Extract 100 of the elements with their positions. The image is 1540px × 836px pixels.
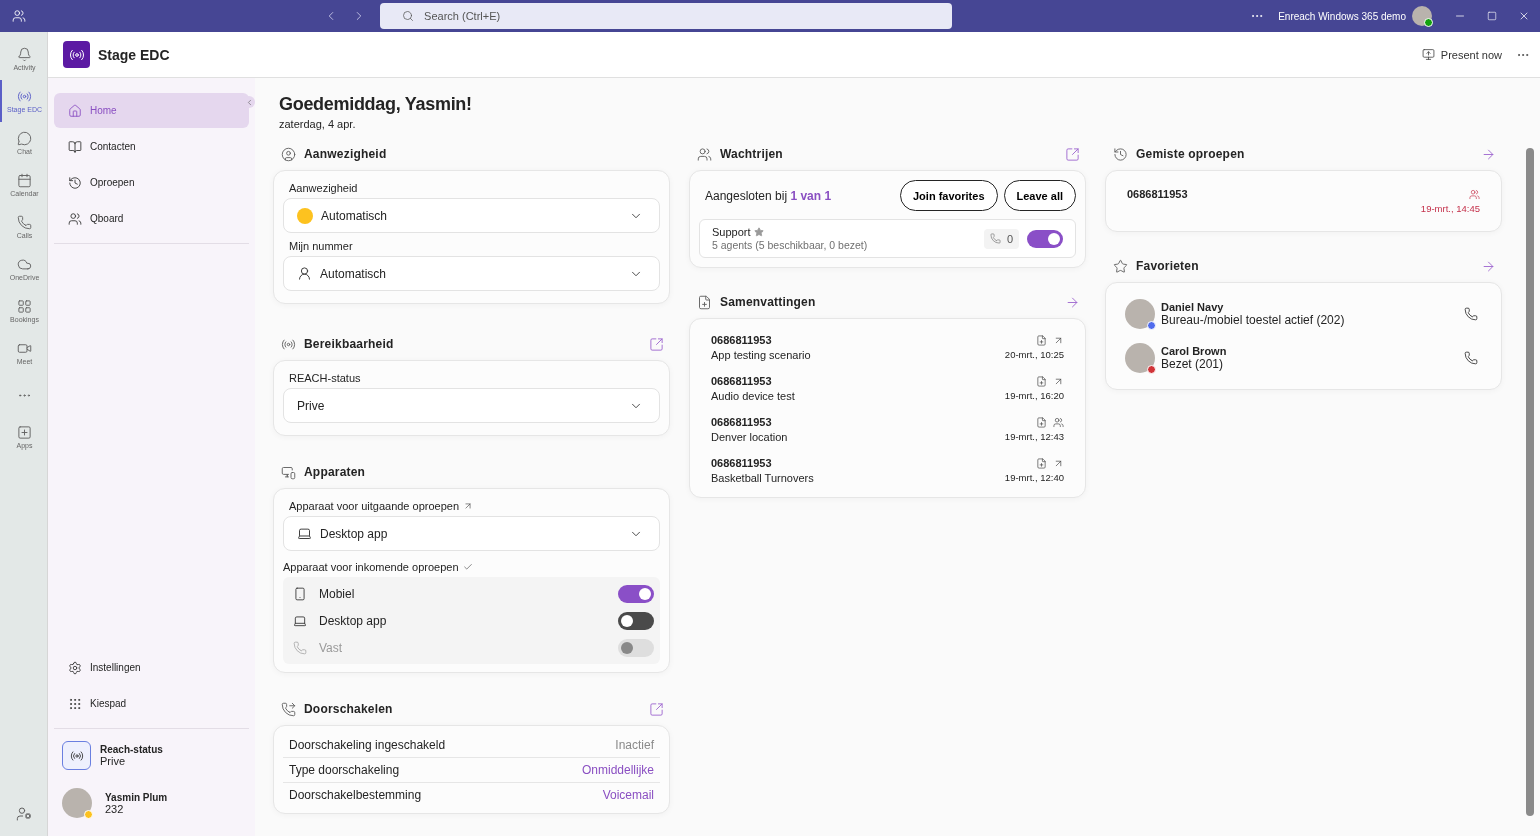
star-icon[interactable]	[753, 227, 764, 237]
reach-status-label: Reach-status	[100, 744, 163, 755]
phone-icon	[989, 233, 1001, 244]
section-title: Samenvattingen	[720, 295, 817, 309]
arrow-right-icon[interactable]	[1481, 146, 1496, 162]
contact-name: Daniel Navy	[1161, 301, 1225, 313]
field-label: Aanwezigheid	[288, 181, 359, 196]
nav-item[interactable]: Qboard	[54, 201, 249, 236]
share-screen-icon	[1421, 48, 1435, 61]
user-name: Yasmin Plum	[105, 791, 168, 803]
account-avatar[interactable]	[1412, 6, 1432, 26]
bell-icon	[17, 47, 32, 62]
queue-button[interactable]: Join favorites	[900, 180, 998, 211]
external-link-icon[interactable]	[1065, 146, 1080, 162]
nav-item[interactable]: Home	[54, 93, 249, 128]
user-avatar[interactable]	[62, 788, 92, 818]
search-field[interactable]: Search (Ctrl+E)	[380, 3, 953, 29]
toggle-switch[interactable]	[618, 611, 654, 630]
nav-item[interactable]: Instellingen	[54, 650, 249, 685]
phone-forward-icon	[281, 701, 296, 717]
phone-icon	[17, 215, 32, 230]
video-icon	[17, 341, 32, 356]
phone-icon[interactable]	[1464, 351, 1478, 365]
setting-label: Type doorschakeling	[289, 763, 400, 777]
greeting: Goedemiddag, Yasmin!	[279, 94, 473, 115]
device-label: Vast	[319, 640, 344, 655]
section-title: Wachtrijen	[720, 147, 784, 161]
queue-button[interactable]: Leave all	[1003, 180, 1076, 211]
file-plus-icon	[697, 294, 712, 310]
setting-label: Doorschakeling ingeschakeld	[289, 737, 446, 752]
queue-name: Support	[712, 226, 751, 238]
laptop-icon	[297, 526, 312, 541]
section-title: Doorschakelen	[304, 702, 394, 716]
person-icon	[297, 266, 312, 281]
nav-item[interactable]: Oproepen	[54, 165, 249, 200]
book-icon	[68, 139, 82, 154]
joined-queues-text: Aangesloten bij 1 van 1	[705, 188, 833, 203]
home-icon	[68, 103, 82, 118]
reach-status-value: Prive	[100, 755, 127, 767]
people-icon	[697, 146, 712, 162]
arrow-right-icon[interactable]	[1065, 294, 1080, 310]
external-link-icon[interactable]	[649, 336, 664, 352]
radio-icon	[69, 748, 84, 763]
person-circle-icon	[281, 146, 296, 162]
device-label: Mobiel	[319, 586, 356, 601]
file-plus-icon	[1036, 416, 1047, 428]
grid-icon	[17, 299, 32, 314]
field-label: Apparaat voor uitgaande oproepen	[289, 500, 460, 512]
arrow-up-right-icon	[463, 501, 474, 511]
scrollbar[interactable]	[1526, 148, 1534, 816]
calendar-icon	[17, 173, 32, 188]
summary-item[interactable]: 0686811953 Denver location 19-mrt., 12:43	[699, 409, 1076, 450]
dropdown[interactable]: Prive	[283, 388, 660, 423]
section-title: Gemiste oproepen	[1136, 147, 1246, 161]
dropdown[interactable]: Desktop app	[283, 516, 660, 551]
setting-value: Voicemail	[602, 788, 654, 802]
external-link-icon[interactable]	[649, 701, 664, 717]
nav-item[interactable]: Kiespad	[54, 686, 249, 721]
summary-item[interactable]: 0686811953 Audio device test 19-mrt., 16:20	[699, 368, 1076, 409]
summary-item[interactable]: 0686811953 Basketball Turnovers 19-mrt., 12:40	[699, 450, 1076, 491]
settings-icon	[68, 660, 82, 675]
field-label: REACH-status	[288, 371, 362, 386]
toggle-switch[interactable]	[618, 584, 654, 603]
setting-label: Doorschakelbestemming	[289, 788, 422, 802]
file-plus-icon	[1036, 375, 1047, 387]
section-title: Favorieten	[1136, 259, 1200, 273]
setting-value: Inactief	[615, 737, 654, 752]
toggle-switch[interactable]	[1027, 229, 1063, 248]
dropdown[interactable]: Automatisch	[283, 256, 660, 291]
call-history-icon	[68, 175, 82, 190]
star-icon	[1113, 258, 1128, 274]
arrow-right-icon[interactable]	[1481, 258, 1496, 274]
user-extension: 232	[105, 802, 125, 815]
keypad-icon	[68, 696, 82, 711]
setting-value: Onmiddellijke	[581, 763, 654, 777]
chat-icon	[17, 131, 32, 146]
devices-icon	[281, 464, 296, 480]
maximize-icon[interactable]	[1487, 11, 1497, 21]
app-title: Stage EDC	[98, 46, 171, 63]
contact-status: Bezet (201)	[1161, 357, 1225, 371]
people-icon	[68, 211, 82, 226]
phone-icon[interactable]	[1464, 307, 1478, 321]
dropdown[interactable]: Automatisch	[283, 198, 660, 233]
laptop-icon	[293, 613, 307, 628]
account-name: Enreach Windows 365 demo	[1278, 10, 1406, 22]
reach-status-icon[interactable]	[62, 741, 91, 770]
queue-detail: 5 agents (5 beschikbaar, 0 bezet)	[712, 239, 869, 251]
device-label: Desktop app	[319, 613, 388, 628]
present-button[interactable]: Present now	[1415, 47, 1508, 62]
cloud-icon	[17, 257, 32, 272]
section-title: Apparaten	[304, 465, 367, 479]
section-title: Bereikbaarheid	[304, 337, 395, 351]
nav-item[interactable]: Contacten	[54, 129, 249, 164]
search-icon	[402, 10, 415, 22]
field-label: Apparaat voor inkomende oproepen	[283, 561, 459, 573]
close-icon[interactable]	[1518, 10, 1530, 22]
summary-item[interactable]: 0686811953 App testing scenario 20-mrt., 10:25	[699, 327, 1076, 368]
people-icon	[1053, 416, 1064, 428]
smartphone-icon	[293, 586, 307, 601]
date: zaterdag, 4 apr.	[279, 118, 357, 130]
